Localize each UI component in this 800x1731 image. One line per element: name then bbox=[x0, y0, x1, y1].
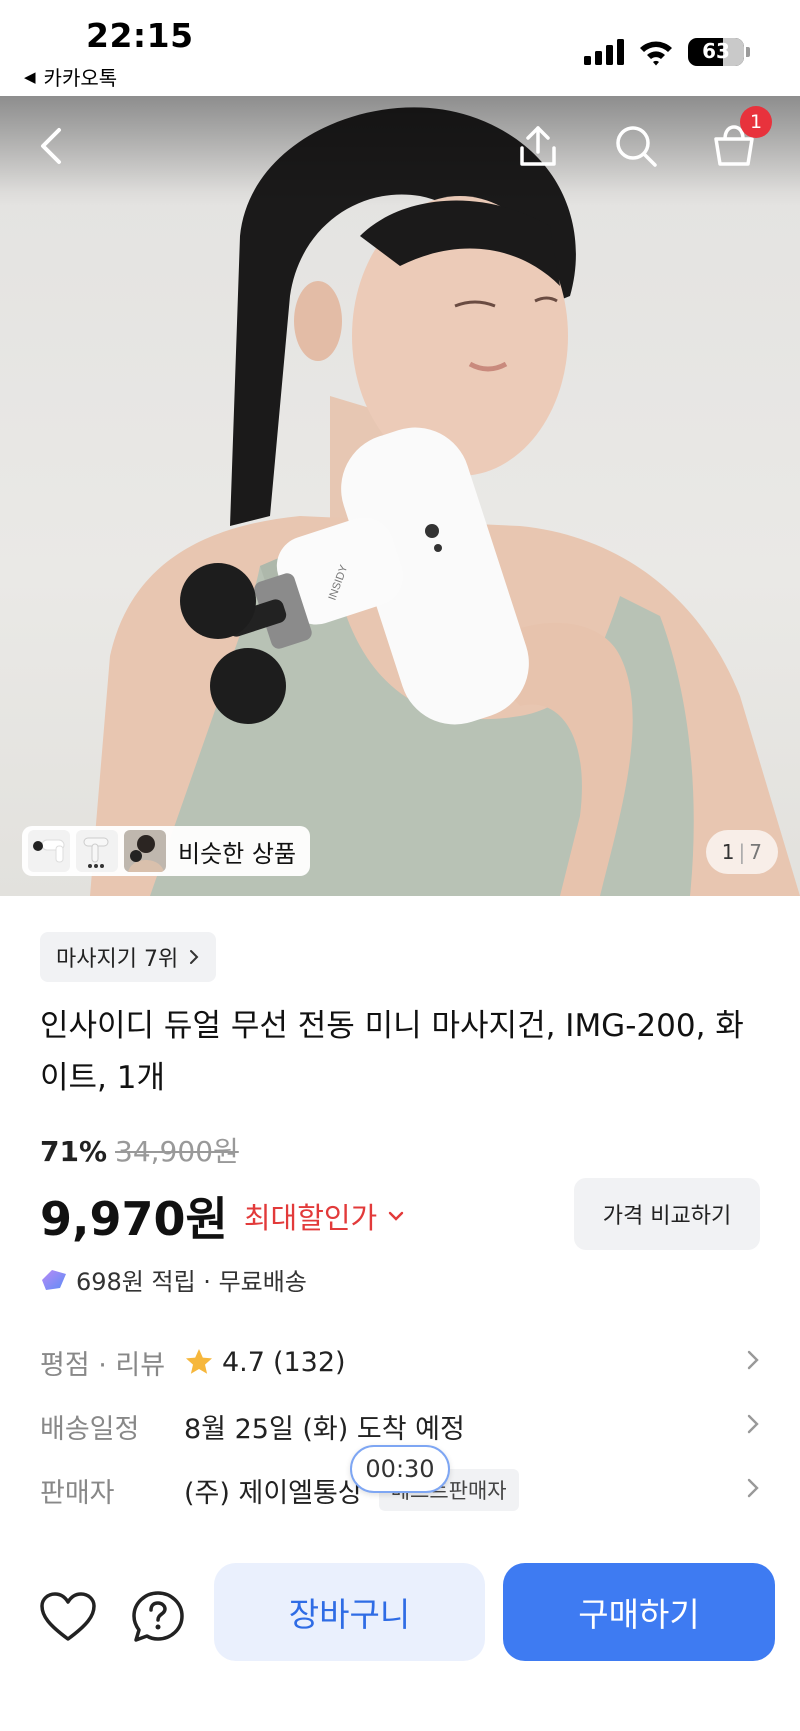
rating-value-group: 4.7 (132) bbox=[184, 1347, 346, 1378]
reward-text: 698원 적립 · 무료배송 bbox=[76, 1268, 307, 1296]
bottom-action-bar: 장바구니 구매하기 bbox=[0, 1540, 800, 1731]
max-discount-label: 최대할인가 bbox=[243, 1201, 378, 1235]
search-button[interactable] bbox=[608, 118, 664, 174]
similar-thumb-3 bbox=[124, 830, 166, 872]
rating-review-row[interactable]: 평점 · 리뷰 4.7 (132) bbox=[40, 1340, 760, 1384]
question-bubble-icon bbox=[132, 1591, 184, 1642]
chevron-right-icon bbox=[747, 1414, 759, 1434]
sale-price: 9,970원 bbox=[40, 1192, 228, 1246]
battery-level: 63 bbox=[702, 39, 730, 63]
chevron-right-icon bbox=[190, 950, 199, 964]
cart-count-badge: 1 bbox=[740, 106, 772, 138]
seller-name: (주) 제이엘통상 bbox=[184, 1477, 363, 1509]
discount-row: 71% 34,900원 bbox=[40, 1130, 239, 1170]
image-pager: 1 | 7 bbox=[705, 830, 778, 874]
similar-thumb-2 bbox=[76, 830, 118, 872]
status-icons: 63 bbox=[584, 38, 750, 66]
pager-separator: | bbox=[738, 840, 746, 864]
heart-icon bbox=[40, 1592, 96, 1641]
price-compare-button[interactable]: 가격 비교하기 bbox=[574, 1178, 760, 1250]
search-icon bbox=[616, 126, 657, 167]
similar-products-label: 비슷한 상품 bbox=[178, 839, 297, 868]
rating-score: 4.7 bbox=[222, 1346, 265, 1378]
product-photo: INSIDY bbox=[90, 107, 800, 896]
reward-shipping-row: 698원 적립 · 무료배송 bbox=[40, 1262, 307, 1297]
signal-icon bbox=[584, 39, 624, 65]
chevron-right-icon bbox=[747, 1350, 759, 1370]
wishlist-button[interactable] bbox=[36, 1585, 100, 1649]
add-to-cart-button[interactable]: 장바구니 bbox=[214, 1563, 485, 1661]
pager-total: 7 bbox=[749, 840, 762, 864]
back-app-label: 카카오톡 bbox=[43, 66, 118, 90]
back-to-app-link[interactable]: ◀ 카카오톡 bbox=[24, 62, 117, 91]
status-bar: 22:15 ◀ 카카오톡 63 bbox=[0, 0, 800, 96]
original-price: 34,900원 bbox=[115, 1135, 239, 1168]
chevron-left-icon bbox=[41, 128, 61, 164]
delivery-row[interactable]: 배송일정 8월 25일 (화) 도착 예정 bbox=[40, 1404, 760, 1448]
status-time: 22:15 bbox=[86, 16, 194, 55]
similar-products-chip[interactable]: 비슷한 상품 bbox=[22, 826, 311, 876]
rating-label: 평점 · 리뷰 bbox=[40, 1349, 166, 1381]
inquiry-button[interactable] bbox=[126, 1585, 190, 1649]
timer-overlay: 00:30 bbox=[350, 1445, 450, 1493]
hero-top-shade bbox=[0, 96, 800, 206]
price-row: 9,970원 최대할인가 bbox=[40, 1183, 405, 1249]
delivery-label: 배송일정 bbox=[40, 1413, 140, 1445]
product-title: 인사이디 듀얼 무선 전동 미니 마사지건, IMG-200, 화이트, 1개 bbox=[40, 1008, 744, 1096]
pager-current: 1 bbox=[721, 840, 735, 864]
back-button[interactable] bbox=[24, 118, 80, 174]
rank-label: 마사지기 7위 bbox=[56, 947, 179, 972]
share-icon bbox=[520, 126, 556, 166]
share-button[interactable] bbox=[510, 118, 566, 174]
seller-label: 판매자 bbox=[40, 1477, 115, 1509]
chevron-right-icon bbox=[747, 1478, 759, 1498]
back-triangle-icon: ◀ bbox=[24, 67, 36, 86]
battery-cap bbox=[746, 47, 750, 57]
reward-gem-icon bbox=[42, 1269, 66, 1290]
category-rank-chip[interactable]: 마사지기 7위 bbox=[40, 932, 217, 982]
chevron-down-icon bbox=[389, 1211, 404, 1221]
wifi-icon bbox=[640, 41, 672, 66]
product-image-gallery[interactable]: INSIDY 1 비슷한 상품 1 | 7 bbox=[0, 96, 800, 896]
max-discount-toggle[interactable]: 최대할인가 bbox=[244, 1195, 405, 1237]
star-icon bbox=[186, 1349, 212, 1374]
similar-thumb-1 bbox=[28, 830, 70, 872]
battery-icon: 63 bbox=[688, 38, 744, 66]
delivery-value: 8월 25일 (화) 도착 예정 bbox=[184, 1413, 465, 1445]
review-count: (132) bbox=[272, 1346, 346, 1378]
discount-percent: 71% bbox=[40, 1135, 108, 1168]
buy-now-button[interactable]: 구매하기 bbox=[503, 1563, 775, 1661]
